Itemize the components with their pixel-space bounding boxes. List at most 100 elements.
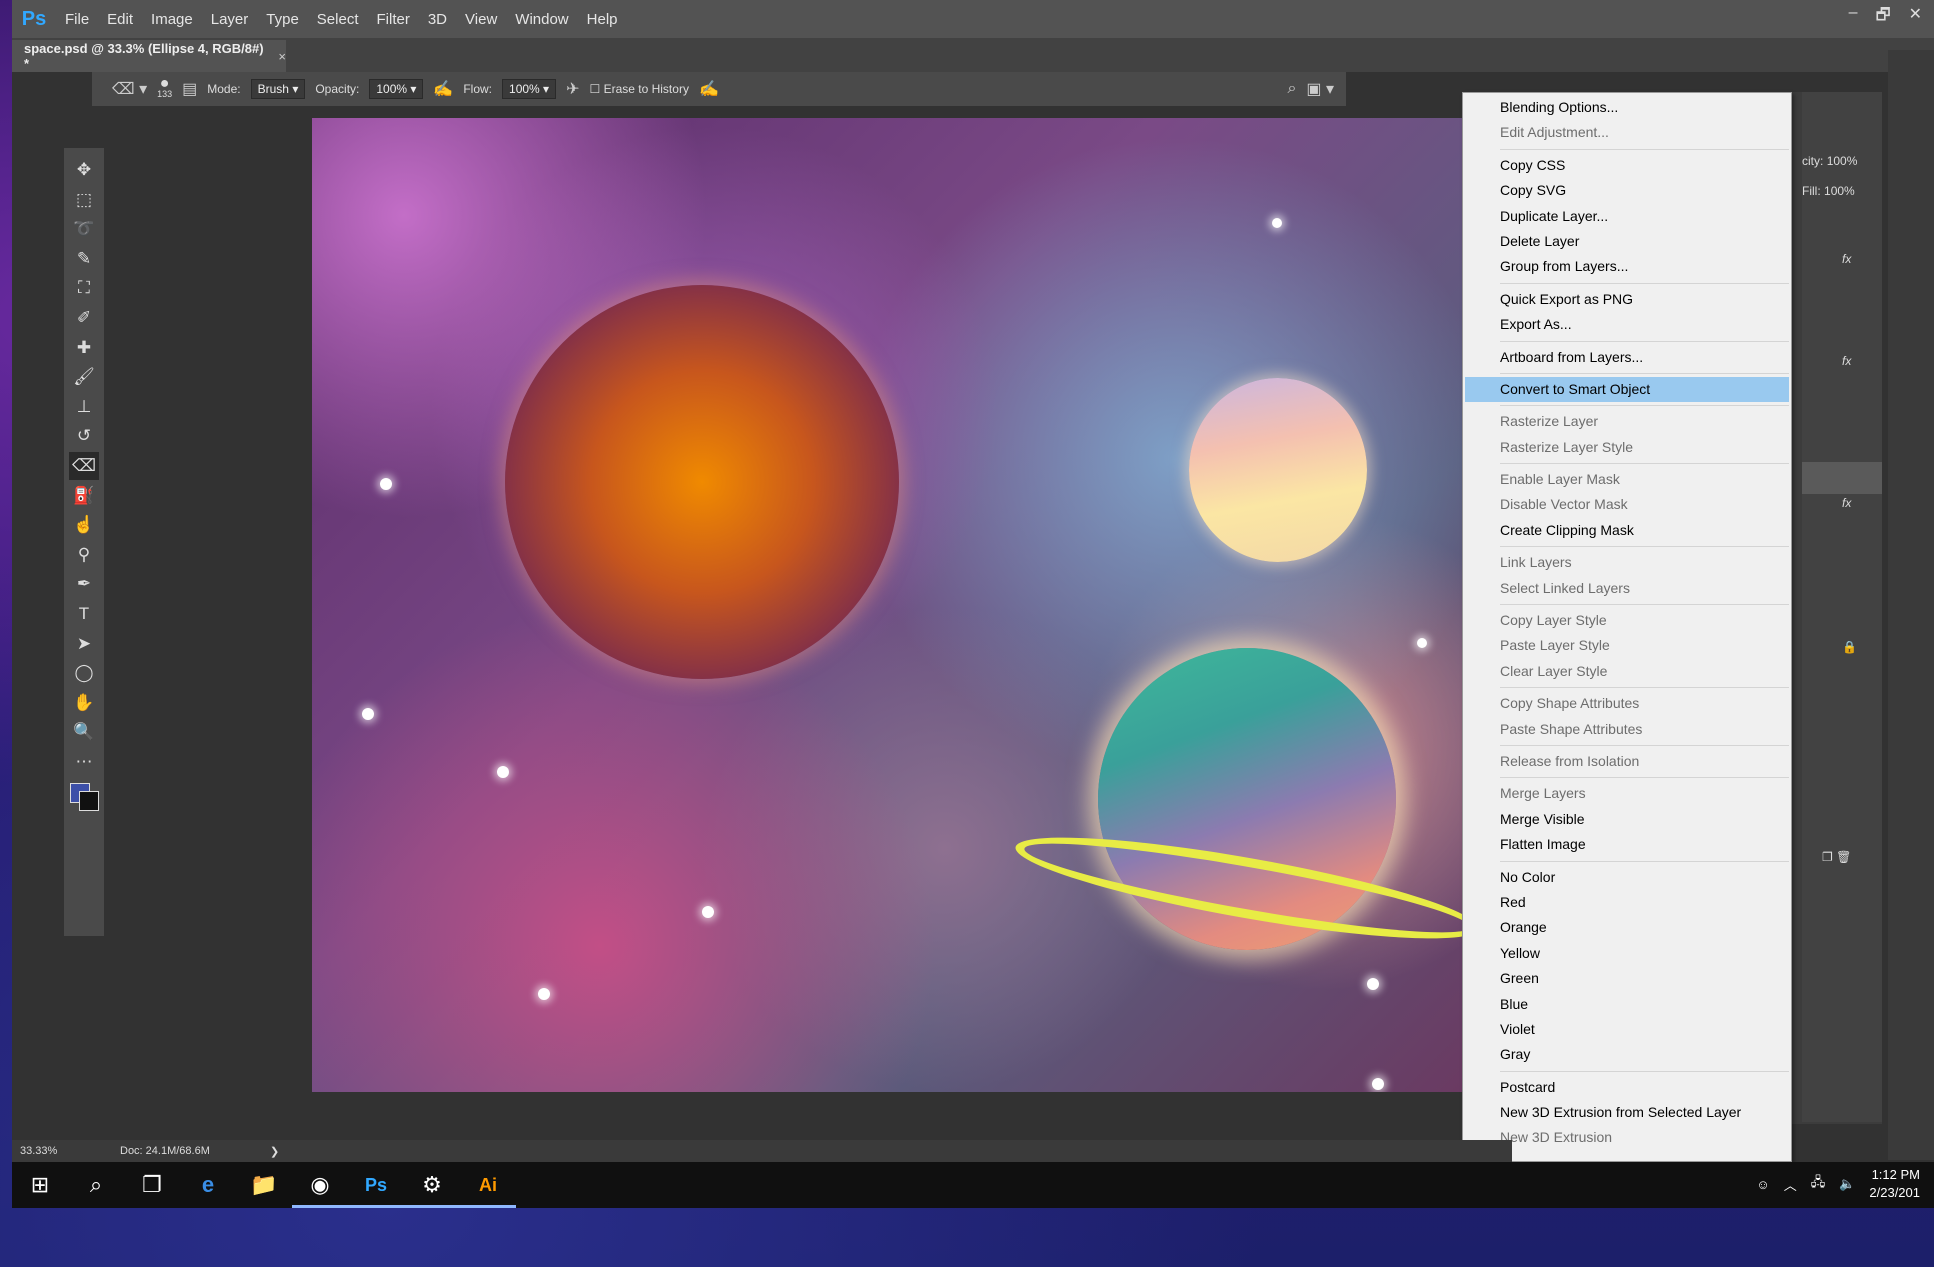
context-menu-item-create-clipping-mask[interactable]: Create Clipping Mask bbox=[1463, 518, 1791, 543]
status-menu-arrow-icon[interactable]: ❯ bbox=[270, 1145, 279, 1158]
context-menu-item-green[interactable]: Green bbox=[1463, 966, 1791, 991]
menu-layer[interactable]: Layer bbox=[202, 11, 258, 28]
eraser-tool-icon[interactable]: ⌫ bbox=[69, 451, 99, 480]
menu-view[interactable]: View bbox=[456, 11, 506, 28]
menu-select[interactable]: Select bbox=[308, 11, 368, 28]
context-menu-item-no-color[interactable]: No Color bbox=[1463, 865, 1791, 890]
context-menu-item-duplicate-layer[interactable]: Duplicate Layer... bbox=[1463, 204, 1791, 229]
network-icon[interactable]: 🖧 bbox=[1811, 1173, 1826, 1195]
close-window-button[interactable]: ✕ bbox=[1909, 4, 1922, 31]
menu-3d[interactable]: 3D bbox=[419, 11, 456, 28]
context-menu-item-convert-to-smart-object[interactable]: Convert to Smart Object bbox=[1465, 376, 1789, 403]
pen-tool-icon[interactable]: ✒ bbox=[69, 570, 99, 598]
smudge-tool-icon[interactable]: ☝ bbox=[69, 511, 99, 539]
document-tab[interactable]: space.psd @ 33.3% (Ellipse 4, RGB/8#) * … bbox=[12, 40, 286, 72]
people-icon[interactable]: ☺ bbox=[1756, 1177, 1769, 1192]
edge-icon[interactable]: e bbox=[180, 1172, 236, 1198]
settings-icon[interactable]: ⚙ bbox=[404, 1162, 460, 1208]
task-view-icon[interactable]: ❐ bbox=[124, 1172, 180, 1198]
file-explorer-icon[interactable]: 📁 bbox=[236, 1172, 292, 1198]
minimize-button[interactable]: – bbox=[1849, 4, 1858, 31]
selected-layer-row[interactable] bbox=[1802, 462, 1882, 494]
tray-expand-icon[interactable]: ︿ bbox=[1784, 1175, 1797, 1194]
erase-to-history-checkbox[interactable]: ☐ Erase to History bbox=[589, 82, 688, 96]
brush-tool-icon[interactable]: 🖌 bbox=[69, 363, 99, 391]
brush-size-picker[interactable]: ● 133 bbox=[157, 76, 172, 100]
pressure-size-icon[interactable]: ✍ bbox=[699, 79, 719, 99]
illustrator-icon[interactable]: Ai bbox=[460, 1162, 516, 1208]
context-menu-item-red[interactable]: Red bbox=[1463, 890, 1791, 915]
volume-icon[interactable]: 🔈 bbox=[1839, 1176, 1855, 1192]
eyedropper-tool-icon[interactable]: ✐ bbox=[69, 304, 99, 332]
path-select-tool-icon[interactable]: ➤ bbox=[69, 630, 99, 658]
menu-file[interactable]: File bbox=[56, 11, 98, 28]
context-menu-item-violet[interactable]: Violet bbox=[1463, 1017, 1791, 1042]
start-icon[interactable]: ⊞ bbox=[12, 1172, 68, 1198]
context-menu-item-artboard-from-layers[interactable]: Artboard from Layers... bbox=[1463, 345, 1791, 370]
flow-input[interactable]: 100% ▾ bbox=[502, 79, 557, 99]
context-menu-item-merge-visible[interactable]: Merge Visible bbox=[1463, 807, 1791, 832]
context-menu-item-yellow[interactable]: Yellow bbox=[1463, 941, 1791, 966]
menu-edit[interactable]: Edit bbox=[98, 11, 142, 28]
dodge-tool-icon[interactable]: ⚲ bbox=[69, 541, 99, 569]
opacity-input[interactable]: 100% ▾ bbox=[369, 79, 424, 99]
chrome-icon[interactable]: ◉ bbox=[292, 1162, 348, 1208]
workspace-icon[interactable]: ▣ ▾ bbox=[1306, 79, 1334, 99]
airbrush-icon[interactable]: ✈ bbox=[566, 79, 579, 99]
fill-row[interactable]: Fill: 100% bbox=[1802, 184, 1882, 198]
menu-help[interactable]: Help bbox=[578, 11, 627, 28]
context-menu-item-export-as[interactable]: Export As... bbox=[1463, 312, 1791, 337]
layer-context-menu: Blending Options... Edit Adjustment... Cop… bbox=[1462, 92, 1792, 1162]
menu-window[interactable]: Window bbox=[506, 11, 577, 28]
pressure-opacity-icon[interactable]: ✍ bbox=[433, 79, 453, 99]
layer-opacity-value[interactable]: 100% bbox=[1827, 154, 1858, 168]
quick-select-tool-icon[interactable]: ✎ bbox=[69, 245, 99, 273]
mode-select[interactable]: Brush ▾ bbox=[250, 79, 306, 99]
menu-filter[interactable]: Filter bbox=[368, 11, 419, 28]
context-menu-item-new-3d-extrusion-from-selected-layer[interactable]: New 3D Extrusion from Selected Layer bbox=[1463, 1100, 1791, 1125]
more-tool-icon[interactable]: ⋯ bbox=[69, 748, 99, 776]
menu-type[interactable]: Type bbox=[257, 11, 308, 28]
brush-panel-icon[interactable]: ▤ bbox=[182, 79, 197, 99]
type-tool-icon[interactable]: T bbox=[69, 600, 99, 628]
search-icon[interactable]: ⌕ bbox=[1287, 80, 1296, 98]
context-menu-item-orange[interactable]: Orange bbox=[1463, 915, 1791, 940]
canvas[interactable] bbox=[312, 118, 1462, 1092]
flow-label: Flow: bbox=[463, 82, 493, 96]
background-color-swatch[interactable] bbox=[79, 791, 99, 812]
clock[interactable]: 1:12 PM 2/23/201 bbox=[1869, 1166, 1920, 1202]
context-menu-item-delete-layer[interactable]: Delete Layer bbox=[1463, 229, 1791, 254]
hand-tool-icon[interactable]: ✋ bbox=[69, 689, 99, 717]
paint-bucket-tool-icon[interactable]: ⛽ bbox=[69, 482, 99, 510]
context-menu-item-blue[interactable]: Blue bbox=[1463, 992, 1791, 1017]
context-menu-item-blending-options[interactable]: Blending Options... bbox=[1463, 95, 1791, 120]
healing-tool-icon[interactable]: ✚ bbox=[69, 334, 99, 362]
history-brush-tool-icon[interactable]: ↺ bbox=[69, 422, 99, 450]
context-menu-item-gray[interactable]: Gray bbox=[1463, 1042, 1791, 1067]
marquee-tool-icon[interactable]: ⬚ bbox=[69, 186, 99, 214]
menu-separator bbox=[1500, 604, 1789, 606]
move-tool-icon[interactable]: ✥ bbox=[69, 156, 99, 184]
close-tab-icon[interactable]: × bbox=[278, 49, 286, 64]
menu-image[interactable]: Image bbox=[142, 11, 202, 28]
context-menu-item-quick-export-as-png[interactable]: Quick Export as PNG bbox=[1463, 287, 1791, 312]
stamp-tool-icon[interactable]: ⊥ bbox=[69, 393, 99, 421]
ellipse-tool-icon[interactable]: ◯ bbox=[69, 659, 99, 687]
zoom-level[interactable]: 33.33% bbox=[12, 1145, 120, 1157]
eraser-preset-icon[interactable]: ⌫ ▾ bbox=[112, 79, 147, 99]
context-menu-item-flatten-image[interactable]: Flatten Image bbox=[1463, 832, 1791, 857]
context-menu-item-group-from-layers[interactable]: Group from Layers... bbox=[1463, 254, 1791, 279]
windows-taskbar: ⊞ ⌕ ❐ e 📁 ◉ Ps ⚙ Ai ☺ ︿ 🖧 🔈 1:12 PM 2/23/201 bbox=[12, 1162, 1934, 1208]
zoom-tool-icon[interactable]: 🔍 bbox=[69, 718, 99, 746]
lasso-tool-icon[interactable]: ➰ bbox=[69, 215, 99, 243]
layer-fill-value[interactable]: 100% bbox=[1824, 184, 1855, 198]
photoshop-icon[interactable]: Ps bbox=[348, 1162, 404, 1208]
crop-tool-icon[interactable]: ⛶ bbox=[69, 274, 99, 302]
context-menu-item-postcard[interactable]: Postcard bbox=[1463, 1075, 1791, 1100]
color-swatches[interactable] bbox=[64, 783, 104, 823]
opacity-row[interactable]: city: 100% bbox=[1802, 154, 1882, 168]
context-menu-item-copy-css[interactable]: Copy CSS bbox=[1463, 153, 1791, 178]
search-icon[interactable]: ⌕ bbox=[68, 1172, 124, 1198]
context-menu-item-copy-svg[interactable]: Copy SVG bbox=[1463, 178, 1791, 203]
restore-button[interactable]: 🗗 bbox=[1876, 4, 1891, 31]
